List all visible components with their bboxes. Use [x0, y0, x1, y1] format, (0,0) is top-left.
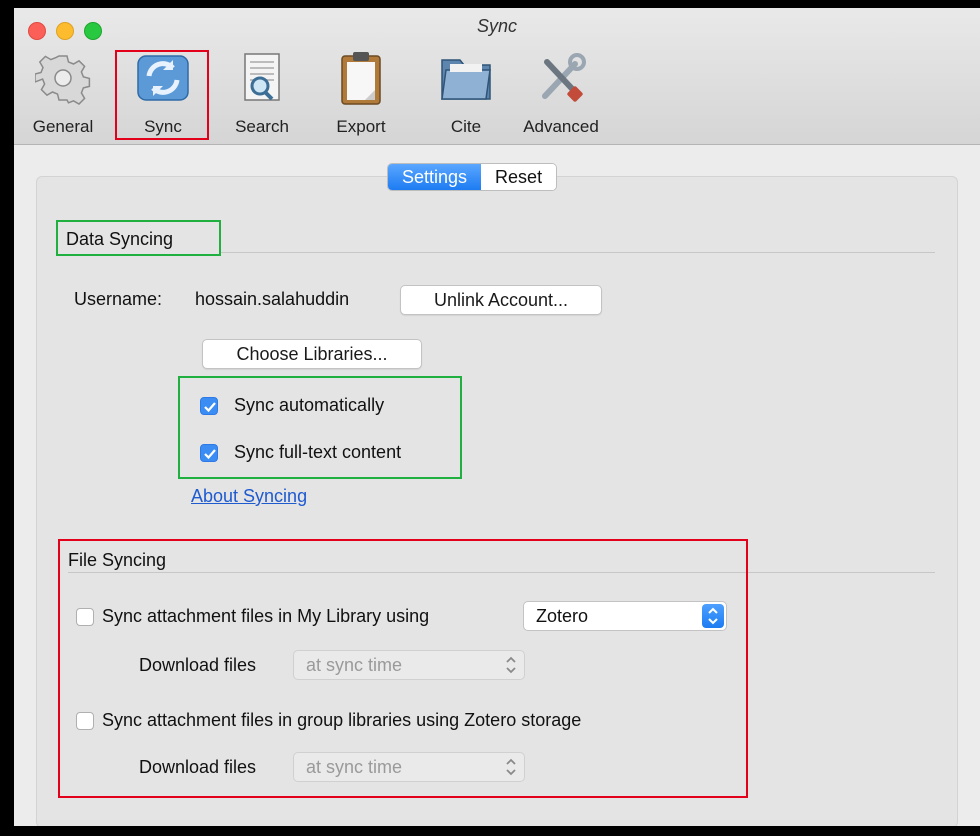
file-syncing-highlight-box — [58, 539, 748, 798]
gear-icon — [34, 55, 91, 105]
username-value: hossain.salahuddin — [195, 289, 350, 309]
unlink-account-button[interactable]: Unlink Account... — [400, 285, 602, 315]
toolbar-cite[interactable]: Cite — [426, 50, 506, 144]
window-title: Sync — [476, 16, 518, 36]
clipboard-icon — [341, 52, 381, 105]
preferences-window: Sync General Sync Search Export Cite Adv… — [14, 8, 980, 826]
toolbar-advanced-label: Advanced — [523, 117, 599, 136]
sync-options-highlight-box — [178, 376, 462, 479]
toolbar-export-label: Export — [336, 117, 386, 136]
tools-icon — [542, 53, 586, 102]
toolbar-advanced[interactable]: Advanced — [514, 50, 608, 144]
titlebar: Sync General Sync Search Export Cite Adv… — [14, 8, 980, 145]
folder-icon — [441, 59, 491, 100]
data-syncing-highlight-box — [56, 220, 221, 256]
tab-settings[interactable]: Settings — [388, 164, 482, 190]
settings-reset-segmented-control: Settings Reset — [387, 163, 558, 191]
toolbar-search[interactable]: Search — [222, 50, 302, 144]
about-syncing-link[interactable]: About Syncing — [191, 486, 307, 507]
tab-reset[interactable]: Reset — [481, 164, 557, 190]
toolbar-search-label: Search — [235, 117, 289, 136]
toolbar-cite-label: Cite — [450, 117, 482, 136]
search-document-icon — [244, 53, 280, 101]
choose-libraries-button[interactable]: Choose Libraries... — [202, 339, 422, 369]
username-label: Username: — [74, 289, 163, 309]
data-syncing-separator — [221, 252, 935, 253]
sync-highlight-box — [115, 50, 209, 140]
toolbar-export[interactable]: Export — [321, 50, 401, 144]
toolbar-general-label: General — [32, 117, 94, 136]
toolbar-general[interactable]: General — [18, 50, 108, 144]
